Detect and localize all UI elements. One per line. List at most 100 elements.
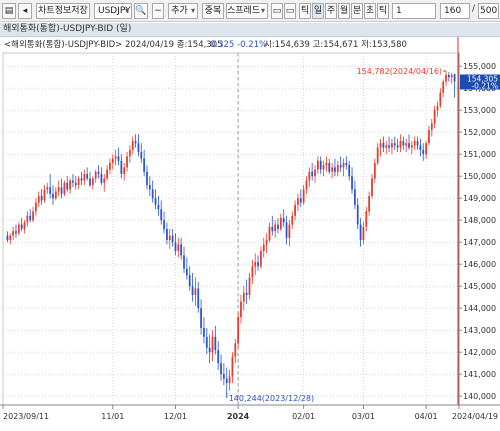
candle-body	[222, 374, 225, 379]
y-tick-label: 151,000	[463, 150, 496, 159]
candle-body	[356, 204, 359, 225]
candle-body	[211, 336, 214, 353]
candle-body	[12, 231, 15, 236]
candle-body	[163, 220, 165, 229]
candle-body	[388, 145, 390, 148]
legend-change: 0.325 -0.21%	[210, 40, 267, 50]
candle-body	[29, 215, 32, 221]
spread-button[interactable]: 스프레드	[226, 3, 268, 19]
candle-body	[453, 74, 456, 82]
period-tick[interactable]: 틱	[299, 3, 311, 19]
candle-body	[279, 218, 282, 229]
candle-body	[314, 169, 316, 177]
y-tick-label: 142,000	[463, 348, 496, 357]
candle-body	[185, 268, 188, 276]
prev-icon[interactable]: ◂	[18, 3, 32, 19]
candle-body	[9, 235, 12, 240]
tool-icon-2[interactable]: ▭	[284, 3, 296, 19]
period-month[interactable]: 월	[338, 3, 350, 19]
candle-body	[97, 171, 100, 174]
candle-body	[126, 156, 128, 168]
candlestick-chart[interactable]: 140,000 141,000 142,000 143,000 144,000 145,0…	[0, 37, 500, 427]
y-tick-label: 141,000	[463, 370, 496, 379]
candle-body	[225, 378, 228, 383]
count-max-input[interactable]: 500	[478, 3, 499, 19]
candle-body	[425, 143, 427, 155]
candle-body	[282, 218, 285, 223]
candle-body	[334, 167, 336, 172]
candle-body	[17, 224, 20, 234]
candle-body	[262, 244, 265, 251]
candle-body	[354, 189, 356, 205]
candle-body	[35, 202, 37, 212]
candle-body	[66, 182, 69, 190]
candle-body	[288, 224, 291, 238]
candle-body	[23, 222, 26, 229]
candle-body	[37, 196, 40, 203]
candle-body	[260, 251, 262, 267]
x-tick-label: 12/01	[164, 412, 187, 421]
candle-body	[396, 145, 399, 148]
tick-value-input[interactable]: 1	[392, 3, 436, 19]
candle-body	[385, 145, 388, 148]
candle-body	[391, 143, 393, 148]
candle-body	[237, 317, 240, 344]
candle-body	[197, 288, 200, 309]
add-button[interactable]: 추가	[168, 3, 198, 19]
x-tick-label: 2024	[227, 412, 250, 421]
candle-body	[294, 204, 296, 216]
search-icon[interactable]: 🔍	[134, 3, 148, 19]
candle-body	[146, 171, 148, 185]
candle-body	[316, 160, 319, 170]
period-second[interactable]: 초	[364, 3, 376, 19]
candle-body	[54, 191, 57, 199]
candle-body	[254, 262, 257, 267]
candle-body	[379, 143, 382, 148]
candle-body	[120, 160, 123, 174]
candle-body	[94, 171, 97, 179]
candle-body	[399, 141, 402, 148]
candle-body	[174, 242, 177, 251]
chart-area: 140,000 141,000 142,000 143,000 144,000 145,0…	[0, 37, 500, 427]
candle-body	[365, 211, 368, 227]
candle-body	[228, 376, 231, 383]
candle-body	[331, 167, 333, 172]
count-separator: /	[472, 4, 476, 14]
minus-icon[interactable]: −	[152, 3, 164, 19]
chart-save-button[interactable]: 차트정보저장	[36, 3, 90, 19]
x-tick-label: 04/01	[415, 412, 438, 421]
window-menu-icon[interactable]: ▤	[2, 3, 16, 19]
count-input[interactable]: 160	[440, 3, 470, 19]
candle-body	[376, 147, 379, 163]
candle-body	[80, 178, 83, 181]
candle-body	[160, 209, 163, 221]
candle-body	[325, 163, 328, 166]
candle-body	[373, 163, 376, 179]
candle-body	[214, 336, 217, 350]
candle-body	[114, 156, 117, 159]
period-minute[interactable]: 분	[351, 3, 363, 19]
y-tick-label: 147,000	[463, 238, 496, 247]
candle-body	[203, 328, 205, 337]
candle-body	[83, 174, 86, 181]
candle-body	[111, 158, 114, 163]
x-tick-label: 2023/09/11	[3, 412, 49, 421]
y-tick-label: 149,000	[463, 194, 496, 203]
x-tick-label: 11/01	[101, 412, 124, 421]
grid	[2, 52, 460, 406]
period-day[interactable]: 일	[312, 3, 324, 19]
x-tick-label: 02/01	[292, 412, 315, 421]
candle-body	[297, 198, 299, 205]
candle-body	[57, 187, 60, 192]
candle-body	[271, 226, 274, 232]
candle-body	[251, 266, 254, 278]
symbol-select[interactable]: USDJPY	[94, 3, 132, 19]
candle-body	[362, 226, 365, 240]
tool-icon-1[interactable]: ▭	[271, 3, 283, 19]
overlap-button[interactable]: 중복	[202, 3, 224, 19]
period-week[interactable]: 주	[325, 3, 337, 19]
candle-body	[265, 240, 268, 245]
period-tick-2[interactable]: 틱	[377, 3, 389, 19]
candle-body	[60, 187, 63, 194]
y-tick-label: 153,000	[463, 106, 496, 115]
